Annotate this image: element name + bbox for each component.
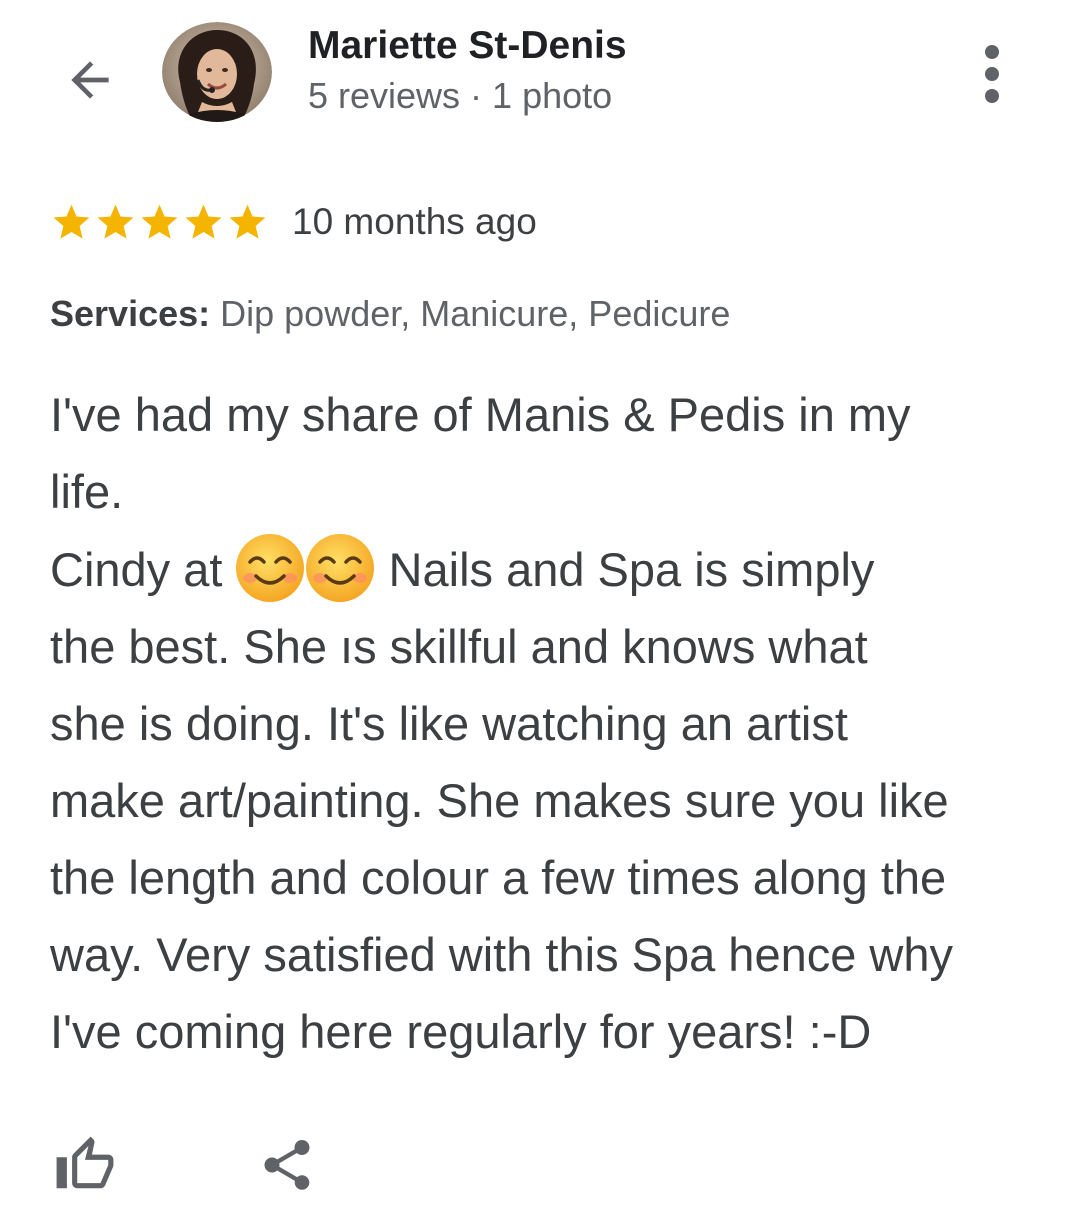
back-button[interactable]: [50, 40, 130, 120]
star-rating: [50, 196, 270, 248]
more-vert-icon: [985, 45, 999, 103]
review-line: the best. She ıs skillful and knows what: [50, 620, 868, 673]
smiling-face-emoji: [306, 534, 375, 602]
services-label: Services:: [50, 293, 211, 334]
avatar-photo: [162, 22, 272, 122]
star-filled-icon: [141, 204, 178, 239]
more-options-button[interactable]: [960, 38, 1024, 110]
review-line-segment: Cindy at: [50, 543, 236, 596]
review-line: life.: [50, 465, 124, 518]
review-line: the length and colour a few times along …: [50, 851, 947, 904]
review-line: she is doing. It's like watching an arti…: [50, 697, 848, 750]
thumbs-up-icon: [56, 1136, 114, 1189]
reviewer-name[interactable]: Mariette St-Denis: [308, 22, 627, 70]
review-time: 10 months ago: [292, 201, 537, 242]
services-line: Services: Dip powder, Manicure, Pedicure: [50, 288, 730, 340]
review-text: I've had my share of Manis & Pedis in my…: [50, 376, 1050, 1070]
reviewer-meta: 5 reviews · 1 photo: [308, 75, 613, 116]
review-line: way. Very satisfied with this Spa hence …: [50, 928, 954, 981]
avatar[interactable]: [162, 22, 272, 122]
arrow-left-icon: [71, 61, 109, 99]
review-line: I've had my share of Manis & Pedis in my: [50, 388, 911, 441]
star-filled-icon: [229, 204, 266, 239]
star-filled-icon: [97, 204, 134, 239]
star-filled-icon: [185, 204, 222, 239]
services-value: Dip powder, Manicure, Pedicure: [210, 293, 731, 334]
review-line: Cindy at Nails and Spa is simply: [50, 530, 1050, 608]
review-line: I've coming here regularly for years! :-…: [50, 1005, 872, 1058]
star-filled-icon: [53, 204, 90, 239]
share-button[interactable]: [252, 1130, 322, 1200]
review-line: make art/painting. She makes sure you li…: [50, 774, 949, 827]
review-line-segment: Nails and Spa is simply: [375, 543, 875, 596]
like-button[interactable]: [50, 1130, 120, 1200]
share-icon: [264, 1140, 310, 1190]
smiling-face-emoji: [236, 534, 305, 602]
